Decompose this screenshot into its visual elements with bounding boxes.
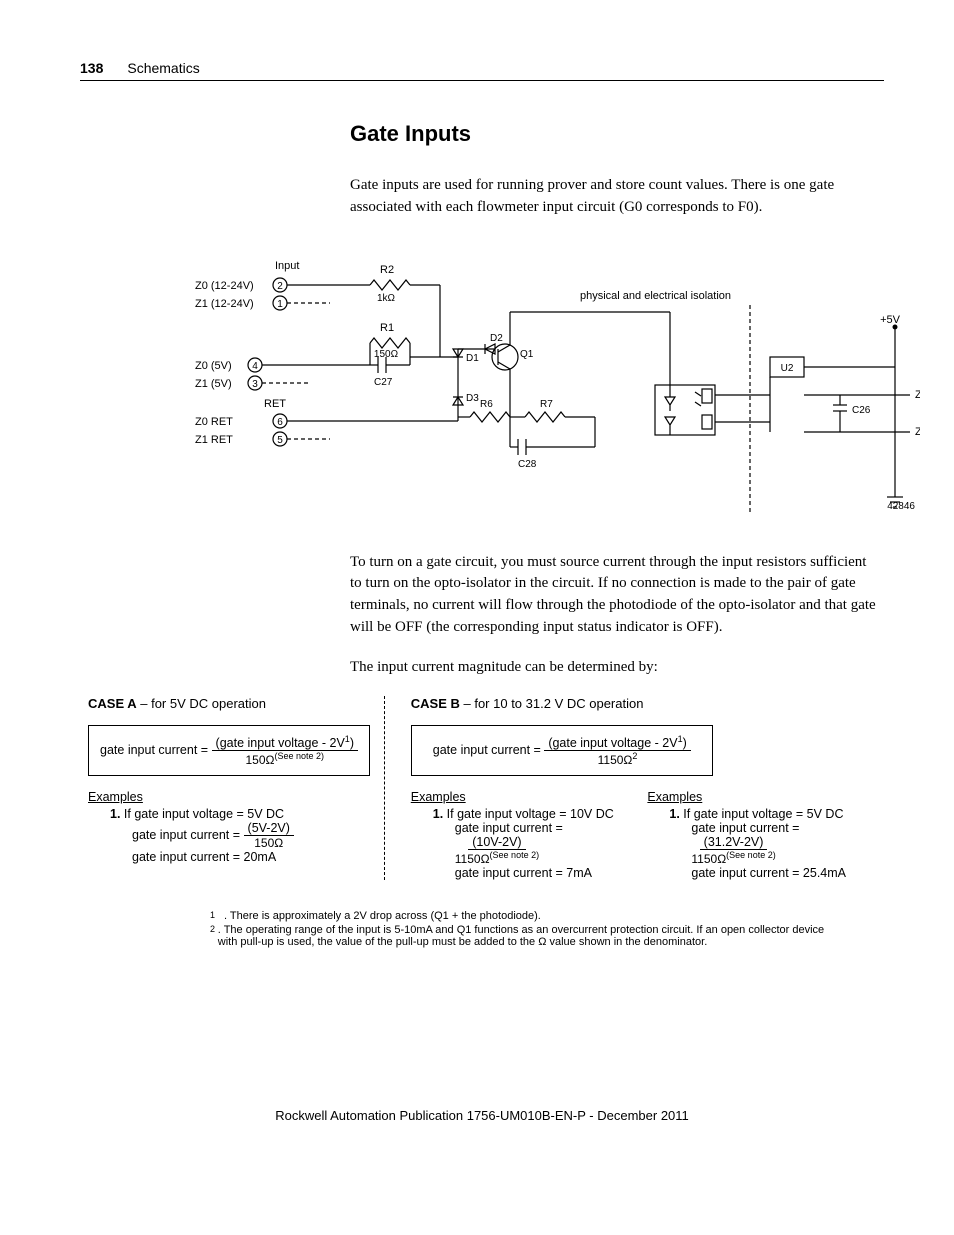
case-b-example-1: Examples 1. If gate input voltage = 10V … [411, 790, 648, 880]
schematic-diagram: .l { stroke:#000; stroke-width:1.2; fill… [140, 257, 920, 517]
section-title: Gate Inputs [350, 121, 884, 147]
svg-text:42846: 42846 [887, 501, 915, 512]
svg-text:Z1 (5V): Z1 (5V) [195, 378, 232, 390]
paragraph-intro: Gate inputs are used for running prover … [350, 175, 880, 219]
svg-text:4: 4 [252, 361, 258, 372]
case-b-example-2: Examples 1. If gate input voltage = 5V D… [647, 790, 884, 880]
svg-text:C27: C27 [374, 377, 393, 388]
chapter-name: Schematics [127, 60, 199, 76]
svg-text:1kΩ: 1kΩ [377, 293, 396, 304]
svg-text:Z1: Z1 [915, 426, 920, 438]
page-number: 138 [80, 60, 103, 76]
svg-text:2: 2 [277, 281, 283, 292]
svg-text:Q1: Q1 [520, 349, 534, 360]
case-b-title: CASE B – for 10 to 31.2 V DC operation [411, 696, 884, 711]
svg-text:Z0 (12-24V): Z0 (12-24V) [195, 280, 254, 292]
case-a-example-1: 1. If gate input voltage = 5V DC gate in… [110, 807, 384, 864]
case-b-formula: gate input current = (gate input voltage… [411, 725, 713, 776]
svg-text:D3: D3 [466, 393, 479, 404]
case-b: CASE B – for 10 to 31.2 V DC operation g… [384, 696, 884, 880]
footnotes: 1. There is approximately a 2V drop acro… [210, 910, 830, 948]
case-a-formula: gate input current = (gate input voltage… [88, 725, 370, 776]
svg-text:U2: U2 [781, 363, 794, 374]
svg-text:C26: C26 [852, 405, 871, 416]
svg-text:D1: D1 [466, 353, 479, 364]
svg-text:1: 1 [277, 299, 283, 310]
svg-text:+5V: +5V [880, 314, 901, 326]
paragraph-formula-lead: The input current magnitude can be deter… [350, 657, 880, 679]
svg-text:6: 6 [277, 417, 283, 428]
paragraph-operation: To turn on a gate circuit, you must sour… [350, 552, 880, 639]
svg-text:Z1 (12-24V): Z1 (12-24V) [195, 298, 254, 310]
svg-text:R1: R1 [380, 322, 394, 334]
svg-text:Z0 RET: Z0 RET [195, 416, 233, 428]
svg-text:Input: Input [275, 260, 299, 272]
page-content: 138 Schematics Gate Inputs Gate inputs a… [0, 0, 954, 1163]
svg-text:R2: R2 [380, 264, 394, 276]
case-a-title: CASE A – for 5V DC operation [88, 696, 384, 711]
svg-text:3: 3 [252, 379, 258, 390]
svg-text:C28: C28 [518, 459, 537, 470]
svg-text:Z0 (5V): Z0 (5V) [195, 360, 232, 372]
page-footer: Rockwell Automation Publication 1756-UM0… [80, 1108, 884, 1123]
svg-text:D2: D2 [490, 333, 503, 344]
case-a-examples-label: Examples [88, 790, 384, 804]
svg-text:R7: R7 [540, 399, 553, 410]
svg-text:R6: R6 [480, 399, 493, 410]
svg-text:Z0: Z0 [915, 389, 920, 401]
cases-row: CASE A – for 5V DC operation gate input … [88, 696, 884, 880]
page-header: 138 Schematics [80, 60, 884, 81]
svg-text:Z1 RET: Z1 RET [195, 434, 233, 446]
svg-text:physical and electrical isolat: physical and electrical isolation [580, 290, 731, 302]
svg-text:RET: RET [264, 398, 286, 410]
svg-text:5: 5 [277, 435, 283, 446]
case-a: CASE A – for 5V DC operation gate input … [88, 696, 384, 880]
